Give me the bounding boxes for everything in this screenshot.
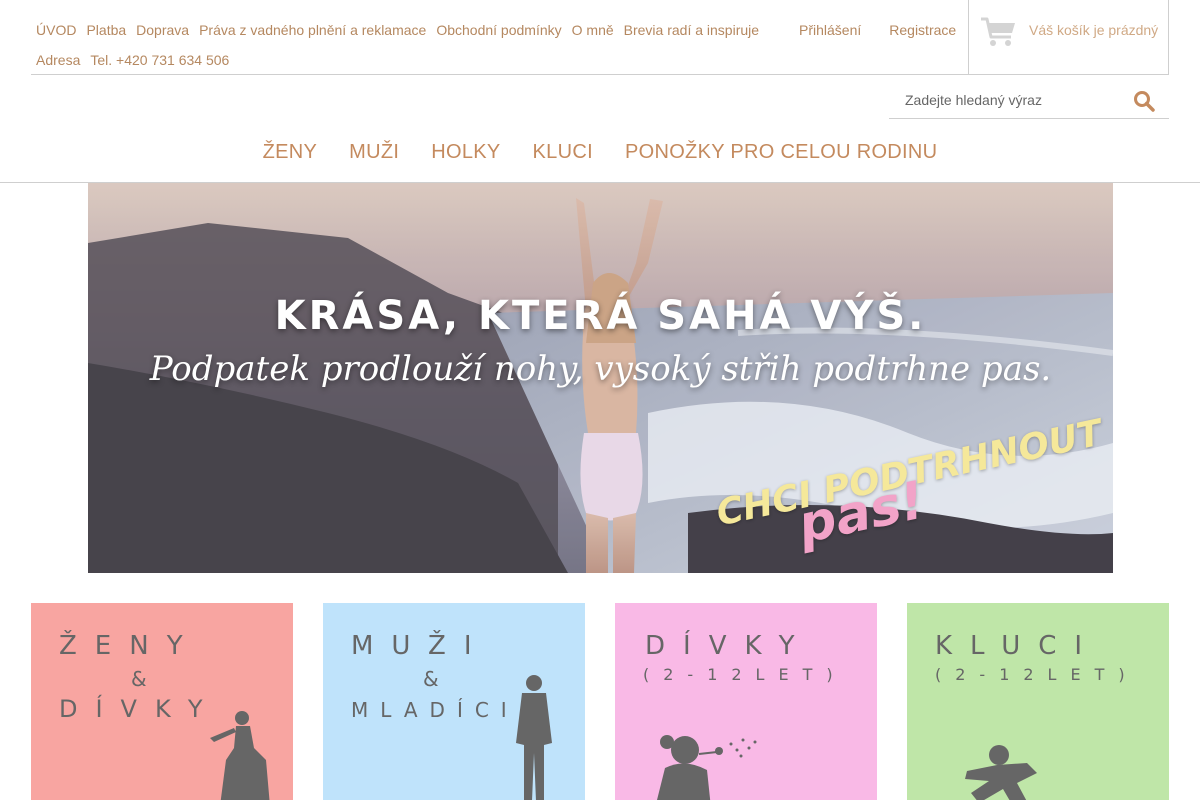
cart-status-text: Váš košík je prázdný: [1029, 22, 1159, 38]
link-o-mne[interactable]: O mně: [567, 15, 619, 45]
hero-title: KRÁSA, KTERÁ SAHÁ VÝŠ.: [274, 293, 927, 339]
nav-item-kluci[interactable]: KLUCI: [533, 141, 593, 164]
nav-item-ponozky[interactable]: PONOŽKY PRO CELOU RODINU: [625, 141, 937, 164]
category-tile-muzi-mladici[interactable]: MUŽI & MLADÍCI: [323, 603, 585, 800]
tile-title: KLUCI: [935, 631, 1101, 661]
tile-subtitle: (2-12LET): [643, 665, 847, 684]
tile-ampersand: &: [131, 667, 165, 691]
tile-title: MUŽI: [351, 631, 490, 661]
top-bar: ÚVOD Platba Doprava Práva z vadného plnění …: [31, 0, 1169, 75]
link-platba[interactable]: Platba: [81, 15, 131, 45]
nav-item-holky[interactable]: HOLKY: [431, 141, 500, 164]
tile-ampersand: &: [423, 667, 457, 691]
category-tile-divky[interactable]: DÍVKY (2-12LET): [615, 603, 877, 800]
register-link[interactable]: Registrace: [889, 15, 956, 45]
woman-silhouette-icon: [210, 711, 270, 800]
nav-item-muzi[interactable]: MUŽI: [349, 141, 399, 164]
tile-subtitle: DÍVKY: [59, 695, 221, 723]
tile-title: ŽENY: [59, 631, 201, 661]
search-box: [889, 82, 1169, 119]
login-link[interactable]: Přihlášení: [799, 15, 861, 45]
link-adresa[interactable]: Adresa: [31, 45, 85, 75]
shopping-cart-icon: [981, 17, 1015, 46]
tile-title: DÍVKY: [645, 631, 813, 661]
tile-subtitle: MLADÍCI: [351, 698, 519, 722]
auth-links: Přihlášení Registrace: [791, 15, 976, 45]
category-tile-zeny-divky[interactable]: ŽENY & DÍVKY: [31, 603, 293, 800]
category-tile-kluci[interactable]: KLUCI (2-12LET): [907, 603, 1169, 800]
search-input[interactable]: [889, 82, 1124, 118]
search-icon[interactable]: [1133, 90, 1155, 112]
link-brevia-radi[interactable]: Brevia radí a inspiruje: [619, 15, 764, 45]
hero-banner[interactable]: KRÁSA, KTERÁ SAHÁ VÝŠ. Podpatek prodlouž…: [88, 183, 1113, 573]
top-links-row-2: Adresa Tel. +420 731 634 506: [31, 45, 771, 75]
link-uvod[interactable]: ÚVOD: [31, 15, 81, 45]
main-navigation: ŽENY MUŽI HOLKY KLUCI PONOŽKY PRO CELOU …: [0, 130, 1200, 183]
top-links: ÚVOD Platba Doprava Práva z vadného plnění …: [31, 15, 771, 75]
link-doprava[interactable]: Doprava: [131, 15, 194, 45]
man-silhouette-icon: [516, 675, 552, 800]
link-reklamace[interactable]: Práva z vadného plnění a reklamace: [194, 15, 431, 45]
main-nav-items: ŽENY MUŽI HOLKY KLUCI PONOŽKY PRO CELOU …: [263, 130, 938, 164]
link-obchodni-podminky[interactable]: Obchodní podmínky: [431, 15, 566, 45]
cart-widget[interactable]: Váš košík je prázdný: [968, 0, 1169, 75]
nav-item-zeny[interactable]: ŽENY: [263, 141, 318, 164]
link-telefon[interactable]: Tel. +420 731 634 506: [85, 45, 234, 75]
tile-subtitle: (2-12LET): [935, 665, 1139, 684]
top-links-row-1: ÚVOD Platba Doprava Práva z vadného plnění …: [31, 15, 771, 45]
hero-subtitle: Podpatek prodlouží nohy, vysoký střih po…: [149, 349, 1052, 389]
boy-jumping-icon: [965, 745, 1037, 800]
girl-blowing-dandelion-icon: [657, 735, 757, 800]
